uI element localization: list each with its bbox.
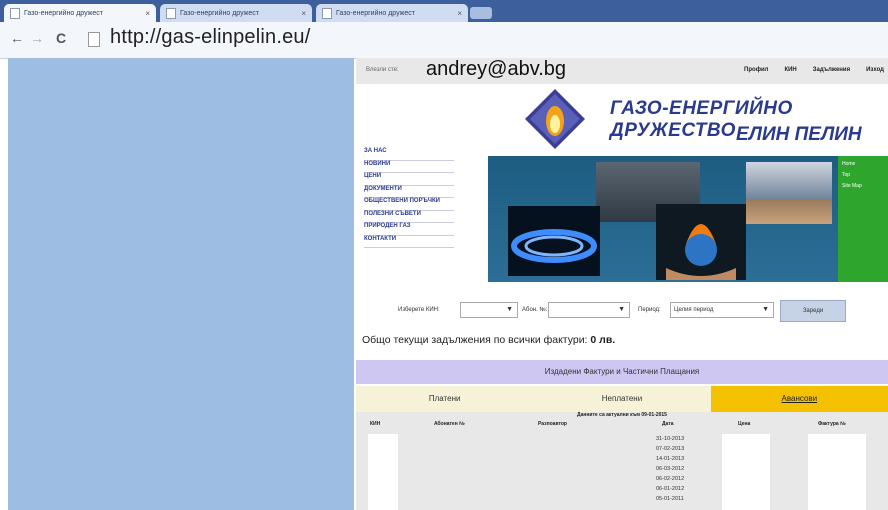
- column-header: Разпоавтор: [538, 421, 567, 427]
- menu-item-natural-gas[interactable]: ПРИРОДЕН ГАЗ: [364, 223, 454, 236]
- row-date: 06-03-2012: [656, 466, 685, 472]
- address-bar[interactable]: http://gas-elinpelin.eu/: [110, 26, 310, 49]
- row-date: 05-01-2011: [656, 496, 684, 502]
- row-date: 14-01-2013: [656, 456, 685, 462]
- abon-select[interactable]: ▼: [548, 302, 630, 318]
- hero-collage-image: [488, 156, 838, 282]
- menu-item-about[interactable]: ЗА НАС: [364, 148, 454, 161]
- column-header: Цена: [738, 421, 751, 427]
- town-photo: [746, 200, 832, 224]
- menu-item-contacts[interactable]: КОНТАКТИ: [364, 236, 454, 248]
- tab-advance[interactable]: Авансови: [710, 386, 888, 412]
- table-row: 06-03-2012: [356, 466, 888, 476]
- close-icon[interactable]: ×: [297, 9, 306, 18]
- section-title: Издадени Фактури и Частични Плащания: [356, 360, 888, 384]
- table-row: 06-01-2012: [356, 486, 888, 496]
- gas-flame-icon: [508, 206, 600, 276]
- forward-icon[interactable]: →: [30, 30, 44, 46]
- page-icon: [10, 7, 20, 19]
- page-icon: [322, 7, 332, 19]
- row-date: 07-02-2013: [656, 446, 685, 452]
- close-icon[interactable]: ×: [453, 9, 462, 18]
- tab-title: Газо-енергийно дружест: [336, 9, 415, 17]
- total-amount: 0 лв.: [590, 334, 616, 346]
- tab-paid[interactable]: Платени: [356, 386, 534, 412]
- chevron-down-icon: ▼: [762, 306, 769, 313]
- table-row: 06-02-2012: [356, 476, 888, 486]
- user-bar: Влезли сте: andrey@abv.bg Профил КИН Зад…: [356, 58, 888, 84]
- tab-unpaid[interactable]: Неплатени: [533, 386, 711, 412]
- back-icon[interactable]: ←: [10, 30, 24, 46]
- main-menu: ЗА НАС НОВИНИ ЦЕНИ ДОКУМЕНТИ ОБЩЕСТВЕНИ …: [364, 148, 454, 248]
- load-button[interactable]: Зареди: [780, 300, 846, 322]
- table-row: 31-10-2013: [356, 436, 888, 446]
- abon-label: Абон. №:: [522, 307, 548, 313]
- invoice-tabs: Платени Неплатени Авансови: [356, 386, 888, 412]
- chevron-down-icon: ▼: [506, 306, 513, 313]
- period-select-value: Целия период: [674, 307, 714, 313]
- total-obligations: Общо текущи задължения по всички фактури…: [362, 334, 615, 346]
- side-link-top[interactable]: Top: [842, 172, 888, 178]
- new-tab-button[interactable]: [470, 7, 492, 19]
- brand-subtitle: ЕЛИН ПЕЛИН: [736, 124, 862, 145]
- table-row: 05-01-2011: [356, 496, 888, 506]
- period-select[interactable]: Целия период ▼: [670, 302, 774, 318]
- nav-obligations[interactable]: Задължения: [813, 67, 850, 73]
- browser-tab[interactable]: Газо-енергийно дружест ×: [4, 4, 156, 22]
- browser-tab[interactable]: Газо-енергийно дружест ×: [316, 4, 468, 22]
- browser-toolbar: ← → C http://gas-elinpelin.eu/: [0, 22, 888, 59]
- kin-select[interactable]: ▼: [460, 302, 518, 318]
- column-header: Фактура №: [818, 421, 846, 427]
- chevron-down-icon: ▼: [618, 306, 625, 313]
- menu-item-prices[interactable]: ЦЕНИ: [364, 173, 454, 186]
- menu-item-tips[interactable]: ПОЛЕЗНИ СЪВЕТИ: [364, 211, 454, 223]
- menu-item-news[interactable]: НОВИНИ: [364, 161, 454, 173]
- logged-in-label: Влезли сте:: [366, 67, 399, 73]
- globe-fire-icon: [656, 204, 746, 280]
- browser-tab-strip: Газо-енергийно дружест × Газо-енергийно …: [0, 0, 888, 22]
- menu-item-procurement[interactable]: ОБЩЕСТВЕНИ ПОРЪЧКИ: [364, 198, 454, 211]
- table-row: 14-01-2013: [356, 456, 888, 466]
- reload-icon[interactable]: C: [56, 30, 66, 46]
- nav-profile[interactable]: Профил: [744, 67, 768, 73]
- close-icon[interactable]: ×: [141, 9, 150, 18]
- invoice-table: Данните са актуални към 09-01-2015 КИН А…: [356, 412, 888, 510]
- nav-kin[interactable]: КИН: [784, 67, 796, 73]
- row-date: 06-02-2012: [656, 476, 685, 482]
- page-background-left: [8, 58, 354, 510]
- sky-photo: [746, 162, 832, 200]
- menu-item-documents[interactable]: ДОКУМЕНТИ: [364, 186, 454, 198]
- kin-label: Изберете КИН:: [398, 307, 440, 313]
- page-icon: [88, 32, 100, 47]
- total-label: Общо текущи задължения по всички фактури…: [362, 334, 588, 346]
- user-email: andrey@abv.bg: [426, 58, 567, 80]
- period-label: Период:: [638, 307, 661, 313]
- table-row: 07-02-2013: [356, 446, 888, 456]
- top-nav: Профил КИН Задължения Изход: [744, 67, 884, 73]
- column-header: Дата: [662, 421, 674, 427]
- column-header: Абонатен №: [434, 421, 465, 427]
- side-link-sitemap[interactable]: Site Map: [842, 183, 888, 189]
- nav-logout[interactable]: Изход: [866, 67, 884, 73]
- row-date: 31-10-2013: [656, 436, 685, 442]
- row-date: 06-01-2012: [656, 486, 685, 492]
- tab-title: Газо-енергийно дружест: [24, 9, 103, 17]
- table-caption: Данните са актуални към 09-01-2015: [577, 412, 667, 418]
- column-header: КИН: [370, 421, 381, 427]
- side-links-panel: Home Top Site Map: [838, 156, 888, 282]
- company-logo-icon: [525, 89, 585, 149]
- page-main: Влезли сте: andrey@abv.bg Профил КИН Зад…: [356, 58, 888, 510]
- side-link-home[interactable]: Home: [842, 161, 888, 167]
- tab-title: Газо-енергийно дружест: [180, 9, 259, 17]
- page-icon: [166, 7, 176, 19]
- browser-tab[interactable]: Газо-енергийно дружест ×: [160, 4, 312, 22]
